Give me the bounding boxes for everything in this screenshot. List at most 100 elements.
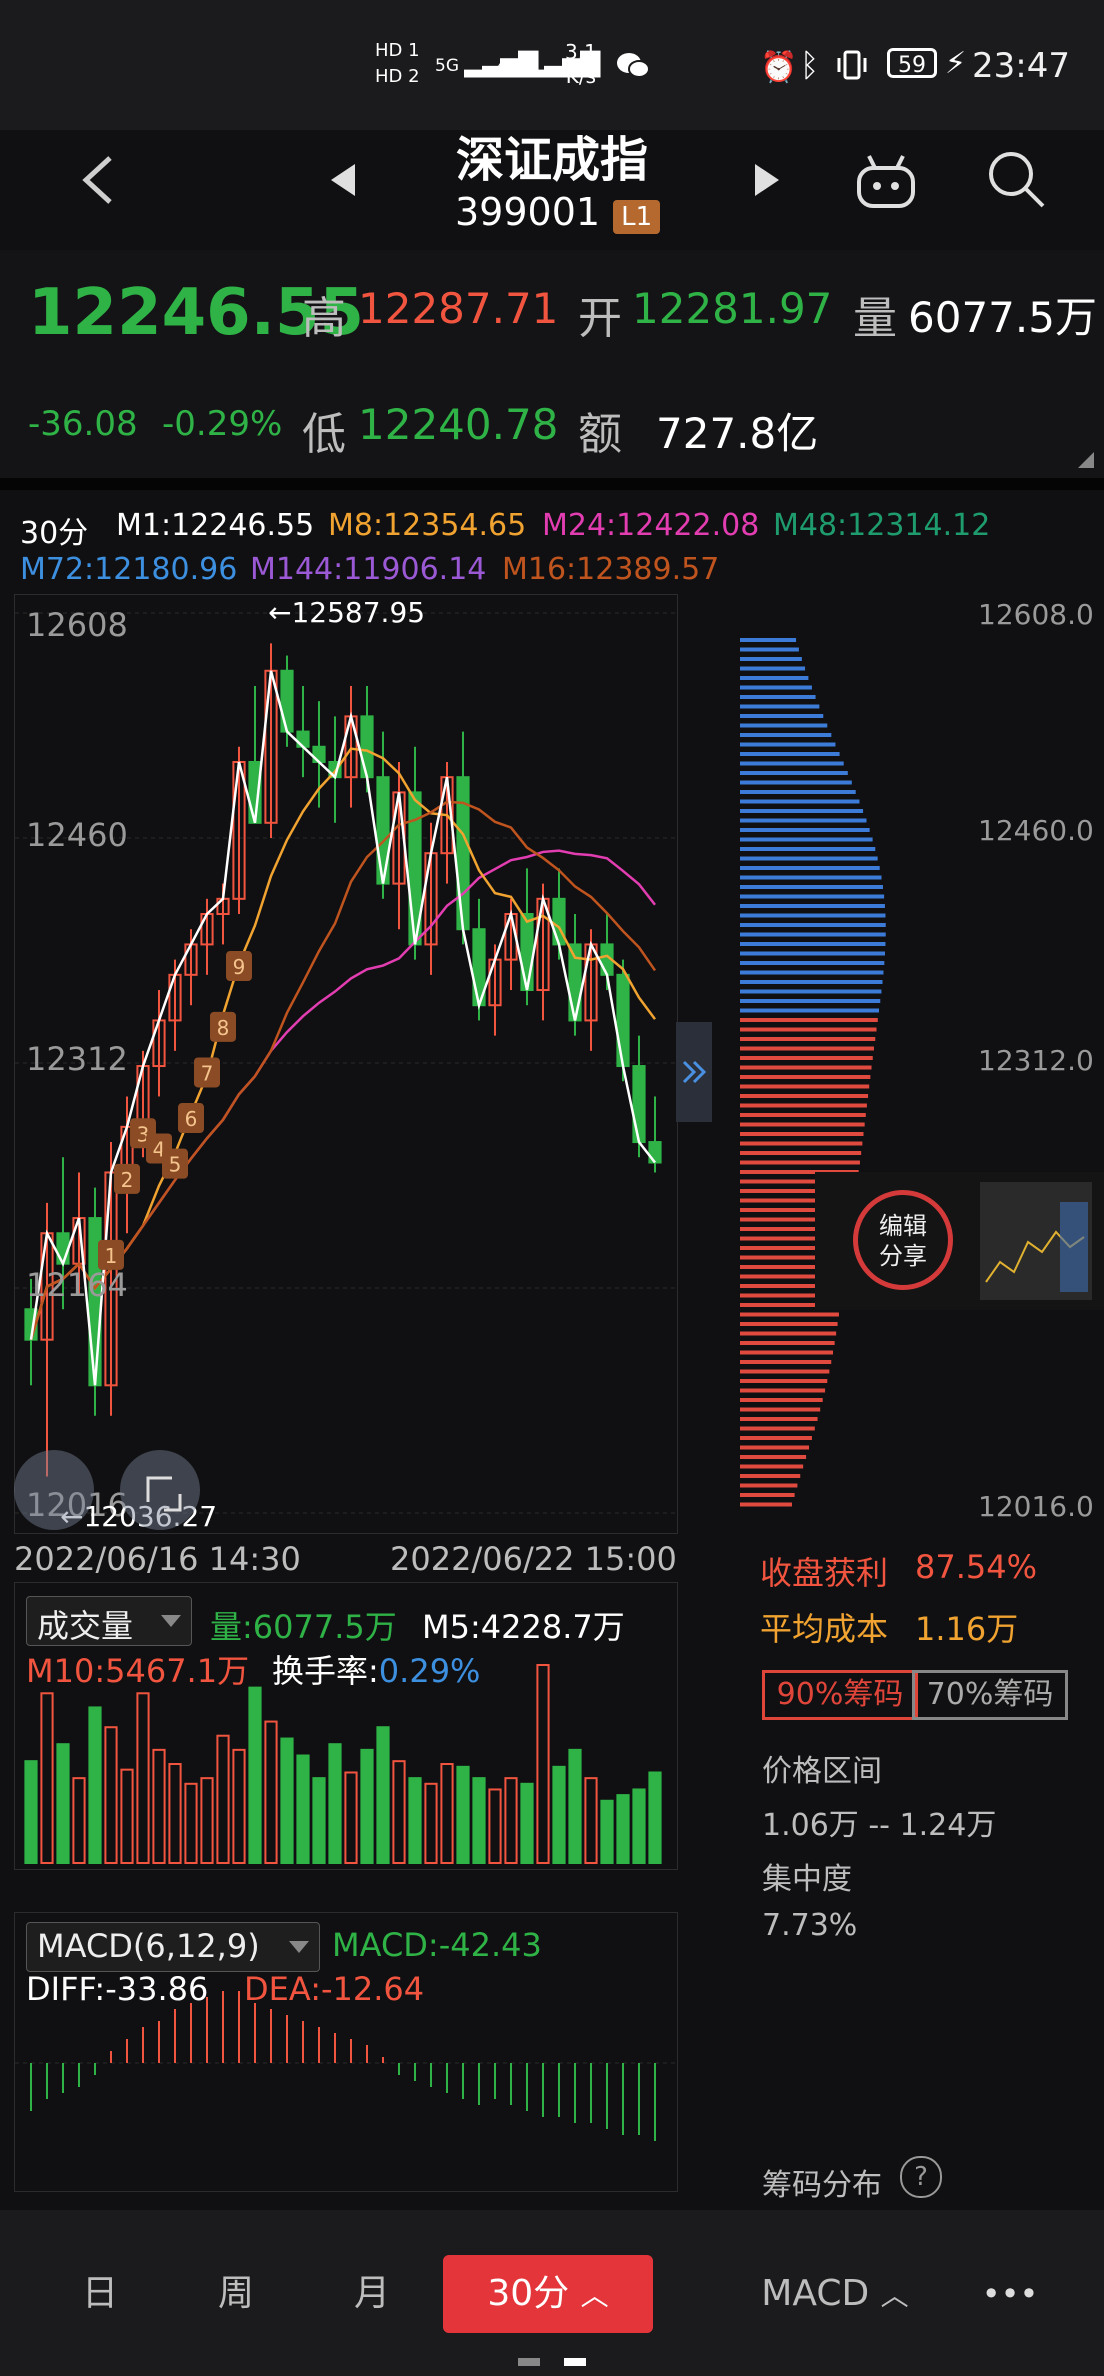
volume-bar [152,1748,166,1865]
chip-y-mid1: 12460.0 [978,814,1094,847]
chip-bar [740,894,885,899]
chip-bar [740,752,840,756]
tab-week[interactable]: 周 [176,2255,296,2333]
ma-m72: M72:12180.96 [20,552,238,587]
chip-bar [740,856,878,861]
share-thumbnail[interactable] [980,1182,1092,1300]
chip-bar [740,780,852,785]
chip-bar [740,1379,828,1383]
low-label: 低 [302,409,346,460]
volume-value-label: 量:6077.5万 [210,1608,397,1646]
turnover-label: 换手率: [272,1652,379,1690]
chip-bar [740,1018,878,1022]
chevron-up-icon: ︿ [880,2279,909,2312]
home-indicator [564,2358,586,2366]
chip-bar [740,1493,795,1497]
volume-bar [280,1737,294,1865]
expand-corner-icon[interactable] [1078,452,1094,468]
volume-selector[interactable]: 成交量 [26,1596,192,1646]
stock-code: 399001 [455,190,601,234]
battery-icon: 59 [887,48,937,78]
candle-body [456,776,470,931]
speed-unit: K/s [565,64,597,88]
net1-label: 5G [435,56,459,76]
chip-bar [740,913,886,918]
volume-bar [232,1748,246,1865]
collapse-panel-button[interactable] [676,1022,712,1122]
chip-y-bottom: 12016.0 [978,1490,1094,1523]
date-end: 2022/06/22 15:00 [390,1540,677,1578]
chip-bar [740,714,824,718]
chip-bar [740,818,867,823]
thumbnail-chart-icon [985,1202,1088,1292]
y-label-mid2: 12312 [26,1040,128,1078]
home-indicator [518,2358,540,2366]
next-stock-button[interactable] [745,160,785,200]
chip-bar [740,999,881,1003]
profit-value: 87.54% [915,1548,1038,1586]
fullscreen-button[interactable] [120,1450,200,1530]
network-speed: 3.1 K/s [565,40,597,88]
search-icon[interactable] [985,148,1049,212]
chip-bar [740,1113,866,1117]
chip-bar [740,799,860,804]
chip-bar [740,666,806,671]
volume-bar [264,1720,278,1864]
low-value: 12240.78 [358,400,559,449]
volume-bar [616,1794,630,1864]
chip-bar [740,961,885,965]
change-percent: -0.29% [162,404,283,444]
tab-90-chip[interactable]: 90%筹码 [762,1670,918,1720]
chip-bar [740,1445,810,1450]
chip-bar [740,980,883,984]
help-icon[interactable]: ? [900,2156,942,2198]
more-menu-icon[interactable]: ••• [960,2255,1060,2333]
chip-bar [740,847,876,851]
share-label: 编辑分享 [879,1212,927,1270]
range-label: 价格区间 [762,1754,882,1789]
high-label: 高 [302,293,346,344]
count-marker-label: 2 [121,1168,134,1192]
tab-30min[interactable]: 30分 ︿ [443,2255,653,2333]
chip-bar [740,695,816,699]
ma-m16: M16:12389.57 [502,552,720,587]
volume-bar [504,1777,518,1864]
net2-label: 4G [497,56,521,76]
tab-indicator[interactable]: MACD ︿ [740,2255,930,2333]
turnover-value: 0.29% [378,1652,481,1690]
chip-bar [740,885,883,889]
chip-bar [740,1132,864,1136]
vibrate-icon [835,48,869,82]
tab-month[interactable]: 月 [312,2255,432,2333]
battery-level: 59 [898,53,926,78]
tab-day[interactable]: 日 [40,2255,160,2333]
chip-bar [740,733,832,737]
volume-bar [632,1788,646,1864]
volume-bar [488,1788,502,1864]
macd-value: MACD:-42.43 [332,1926,542,1964]
chip-bar [740,970,884,975]
chip-bar [740,771,848,775]
chip-bar [740,904,885,908]
macd-selector[interactable]: MACD(6,12,9) [26,1922,320,1972]
ma-period[interactable]: 30分 [20,508,88,552]
robot-assistant-icon[interactable] [853,152,919,212]
chip-bar [740,1056,873,1060]
share-button[interactable]: 编辑分享 [853,1190,953,1290]
chip-bar [740,923,886,927]
volume-bar [104,1726,118,1864]
chip-bar [740,723,828,728]
max-price-label: ←12587.95 [268,596,426,629]
speed-value: 3.1 [565,40,597,64]
count-marker-label: 6 [185,1107,198,1131]
tab-70-chip[interactable]: 70%筹码 [912,1670,1068,1720]
date-start: 2022/06/16 14:30 [14,1540,301,1578]
macd-dea: DEA:-12.64 [244,1970,425,2008]
chip-bar [740,1398,823,1402]
share-overlay[interactable]: 编辑分享 [815,1172,1104,1310]
scroll-left-button[interactable] [14,1450,94,1530]
ma-m144: M144:11906.14 [250,552,487,587]
divider [0,478,1104,490]
chip-bar [740,761,844,766]
chip-bar [740,676,809,680]
